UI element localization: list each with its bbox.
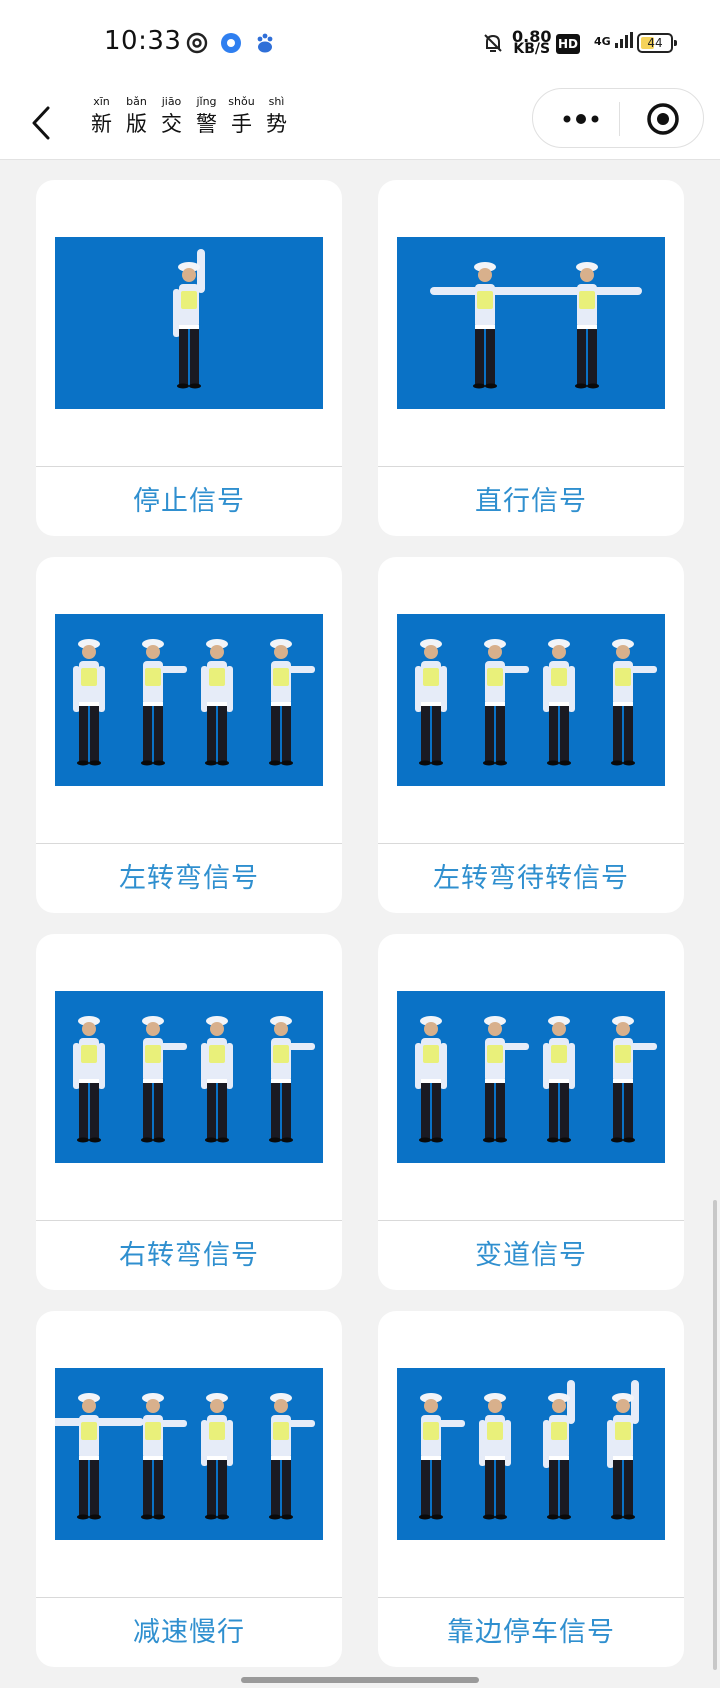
gesture-card[interactable]: 停止信号 [36,180,342,536]
officer-figure [141,639,187,766]
network-type: 4G [594,32,633,48]
gesture-card[interactable]: 减速慢行 [36,1311,342,1667]
chevron-left-icon [32,106,50,140]
gesture-photo [397,237,665,409]
officer-figure [73,639,105,766]
officer-figure [55,1393,144,1520]
title-char: shǒu 手 [228,95,255,136]
battery-icon: 44 [637,33,677,53]
title-char: shì 势 [266,95,287,136]
officer-figure [611,1016,657,1143]
status-time: 10:33 [104,26,182,56]
gesture-photo [55,614,323,786]
scrollbar[interactable] [713,1200,717,1670]
officer-figure [73,1016,105,1143]
officer-figure [415,1016,447,1143]
officer-figure [269,1016,315,1143]
gesture-photo [397,614,665,786]
gesture-photo [397,1368,665,1540]
gesture-photo [55,237,323,409]
gesture-label: 左转弯信号 [119,863,259,894]
network-speed: 0.80 KB/S [512,27,552,57]
back-button[interactable] [26,98,56,148]
gesture-card[interactable]: 左转弯信号 [36,557,342,913]
officer-figure [173,249,205,389]
gesture-card[interactable]: 变道信号 [378,934,684,1290]
target-close-icon [647,103,679,135]
gesture-label: 靠边停车信号 [447,1617,615,1648]
hd-badge: HD [556,34,580,54]
gesture-card[interactable]: 靠边停车信号 [378,1311,684,1667]
baidu-paw-icon [252,30,278,56]
mute-bell-icon [480,30,506,56]
gesture-card[interactable]: 直行信号 [378,180,684,536]
officer-figure [607,1380,639,1520]
gesture-grid: 停止信号 直行信号 左转弯信号 左转弯待转信号 右转弯信号 变道信号 减速慢行 … [36,180,684,1667]
gesture-label: 左转弯待转信号 [433,863,629,894]
gesture-label: 停止信号 [133,486,245,517]
officer-figure [419,1393,465,1520]
title-char: bǎn 版 [126,95,147,136]
officer-figure [269,639,315,766]
officer-figure [201,1016,233,1143]
close-button[interactable] [633,89,693,149]
battery-level: 44 [647,36,663,50]
officer-figure [141,1393,187,1520]
gesture-photo [397,991,665,1163]
officer-figure [483,1016,529,1143]
title-char: xīn 新 [91,95,112,136]
title-char: jǐng 警 [196,95,217,136]
gesture-label: 减速慢行 [133,1617,245,1648]
officer-figure [543,1016,575,1143]
page-title: xīn 新 bǎn 版 jiāo 交 jǐng 警 shǒu 手 shì 势 [86,94,292,138]
officer-figure [269,1393,315,1520]
gesture-card[interactable]: 左转弯待转信号 [378,557,684,913]
officer-figure [430,262,540,389]
gesture-card[interactable]: 右转弯信号 [36,934,342,1290]
officer-figure [543,1380,575,1520]
officer-figure [611,639,657,766]
officer-figure [201,639,233,766]
gesture-photo [55,991,323,1163]
home-indicator[interactable] [241,1677,479,1683]
status-bar: 10:33 0.80 KB/S HD 4G 44 [0,0,720,88]
gesture-label: 直行信号 [475,486,587,517]
title-char: jiāo 交 [161,95,182,136]
more-button[interactable] [553,89,609,149]
gesture-label: 右转弯信号 [119,1240,259,1271]
gesture-label: 变道信号 [475,1240,587,1271]
gesture-photo [55,1368,323,1540]
officer-figure [141,1016,187,1143]
officer-figure [415,639,447,766]
officer-figure [532,262,642,389]
swirl-icon [184,30,210,56]
officer-figure [543,639,575,766]
mini-program-capsule [532,88,704,148]
officer-figure [479,1393,511,1520]
more-dots-icon [563,114,599,124]
signal-icon [614,32,633,48]
browser-icon [218,30,244,56]
officer-figure [201,1393,233,1520]
officer-figure [483,639,529,766]
nav-bar: xīn 新 bǎn 版 jiāo 交 jǐng 警 shǒu 手 shì 势 [0,88,720,160]
